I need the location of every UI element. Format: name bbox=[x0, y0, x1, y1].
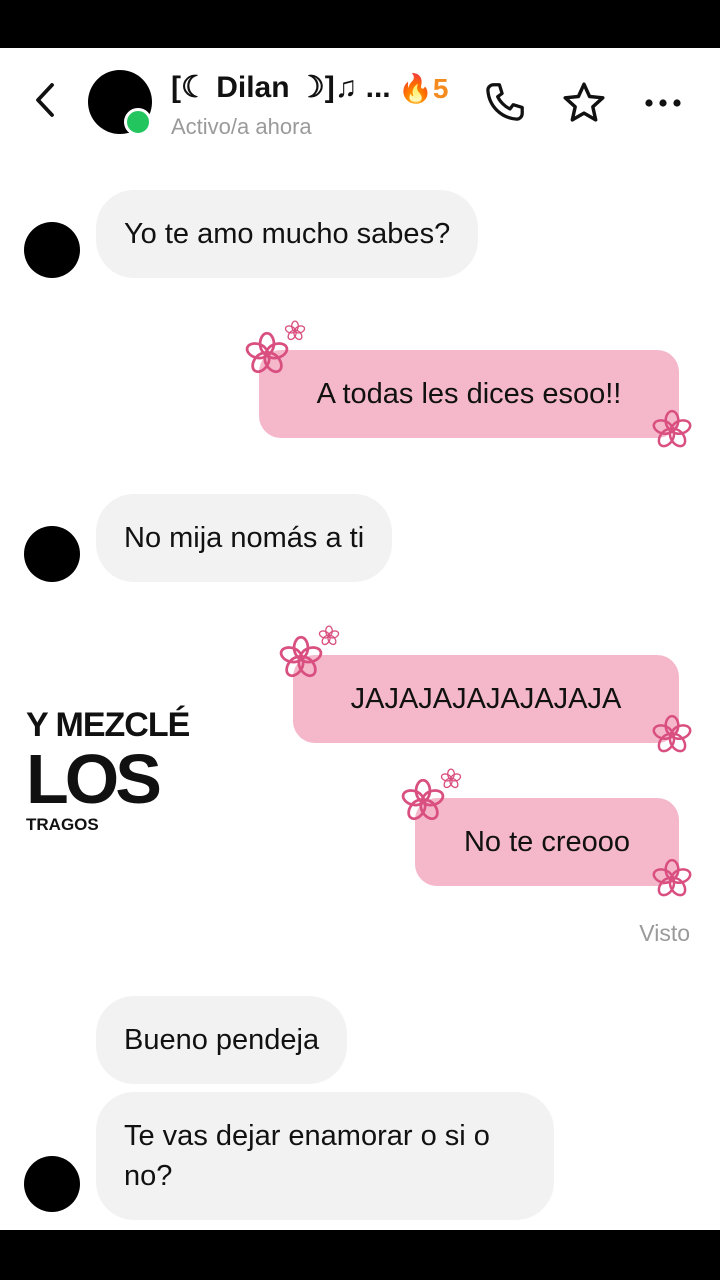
more-icon[interactable] bbox=[640, 80, 686, 126]
bottom-bar bbox=[0, 1230, 720, 1280]
flower-icon bbox=[651, 714, 693, 756]
message-bubble-incoming[interactable]: Bueno pendeja bbox=[96, 996, 348, 1084]
online-indicator bbox=[124, 108, 152, 136]
flower-icon bbox=[318, 625, 340, 647]
seen-label: Visto bbox=[639, 920, 690, 946]
contact-name[interactable]: [☾ Dilan ☽]♫ ... bbox=[171, 70, 391, 105]
flower-icon bbox=[440, 768, 462, 790]
phone-icon[interactable] bbox=[481, 80, 527, 126]
streak-badge: 🔥5 bbox=[398, 73, 449, 104]
star-icon[interactable] bbox=[561, 80, 607, 126]
message-bubble-outgoing[interactable]: A todas les dices esoo!! bbox=[259, 350, 679, 438]
sticker-line-1: Y MEZCLÉ bbox=[26, 706, 190, 744]
message-bubble-outgoing[interactable]: No te creooo bbox=[415, 798, 679, 886]
message-bubble-incoming[interactable]: No mija nomás a ti bbox=[96, 494, 393, 582]
flower-icon bbox=[651, 858, 693, 900]
flower-icon bbox=[651, 409, 693, 451]
flower-icon bbox=[284, 320, 306, 342]
active-status: Activo/a ahora bbox=[171, 114, 312, 139]
message-bubble-outgoing[interactable]: JAJAJAJAJAJAJAJA bbox=[293, 655, 679, 743]
message-bubble-incoming[interactable]: Yo te amo mucho sabes? bbox=[96, 190, 479, 278]
sticker-line-3: TRAGOS bbox=[26, 815, 99, 834]
chat-screen: [☾ Dilan ☽]♫ ... 🔥5 Activo/a ahora Yo te… bbox=[0, 48, 720, 1230]
sender-avatar[interactable] bbox=[24, 1156, 80, 1212]
sender-avatar[interactable] bbox=[24, 526, 80, 582]
text-sticker: Y MEZCLÉ LOS TRAGOS bbox=[26, 706, 190, 834]
message-bubble-incoming[interactable]: Te vas dejar enamorar o si o no? bbox=[96, 1092, 554, 1220]
sticker-line-2: LOS bbox=[26, 740, 162, 818]
back-arrow-icon[interactable] bbox=[28, 82, 64, 118]
sender-avatar[interactable] bbox=[24, 222, 80, 278]
